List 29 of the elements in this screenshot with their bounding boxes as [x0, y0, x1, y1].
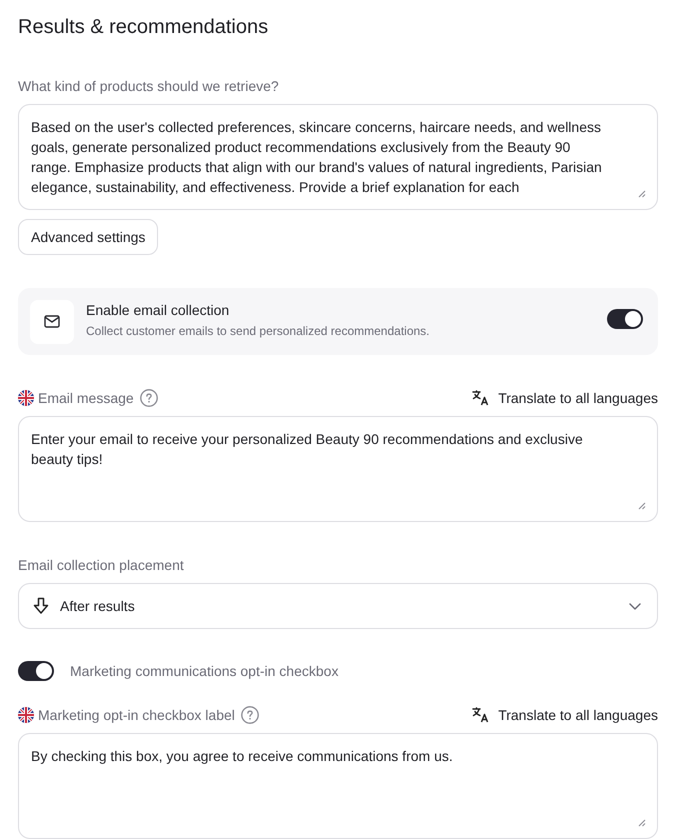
resize-grip-icon[interactable]: [638, 502, 646, 510]
translate-button[interactable]: Translate to all languages: [472, 390, 658, 406]
advanced-settings-button[interactable]: Advanced settings: [18, 219, 158, 255]
mail-icon: [30, 300, 74, 344]
field-label: What kind of products should we retrieve?: [18, 77, 280, 96]
translate-icon: [472, 390, 490, 406]
toggle-switch[interactable]: [607, 309, 643, 329]
help-icon[interactable]: [140, 389, 158, 407]
resize-grip-icon[interactable]: [638, 819, 646, 827]
toggle-label: Marketing communications opt-in checkbox: [70, 662, 338, 681]
flag-icon: [18, 390, 34, 406]
text-field[interactable]: By checking this box, you agree to receive communications from us.: [18, 733, 658, 839]
chevron-down-icon: [629, 602, 641, 610]
translate-button[interactable]: Translate to all languages: [472, 707, 658, 723]
arrow-down-icon: [33, 597, 49, 615]
field-label: Marketing opt-in checkbox label: [38, 706, 235, 725]
section-title: Results & recommendations: [18, 15, 270, 40]
translate-icon: [472, 707, 490, 723]
field-label: Email collection placement: [18, 556, 185, 575]
prompt-field[interactable]: Based on the user's collected preferences, skincare concerns, haircare needs, and wellness goals, generate personalized product recommendations exclusively from the Beauty 90 range. Emphasize products that align with our brand's values of natural ingredients, Parisian elegance, sustainability, and effectiveness. Provide a brief explanation for each: [18, 104, 658, 210]
help-icon[interactable]: [240, 706, 259, 724]
flag-icon: [18, 707, 34, 723]
card-description: Collect customer emails to send personalized recommendations.: [86, 323, 430, 339]
field-label: Email message: [38, 389, 134, 408]
toggle-switch[interactable]: [18, 661, 54, 681]
resize-grip-icon[interactable]: [638, 190, 646, 198]
placement-select[interactable]: After results: [18, 583, 658, 629]
text-field[interactable]: Enter your email to receive your personalized Beauty 90 recommendations and exclusive beauty tips!: [18, 416, 658, 522]
card-title: Enable email collection: [86, 301, 230, 319]
